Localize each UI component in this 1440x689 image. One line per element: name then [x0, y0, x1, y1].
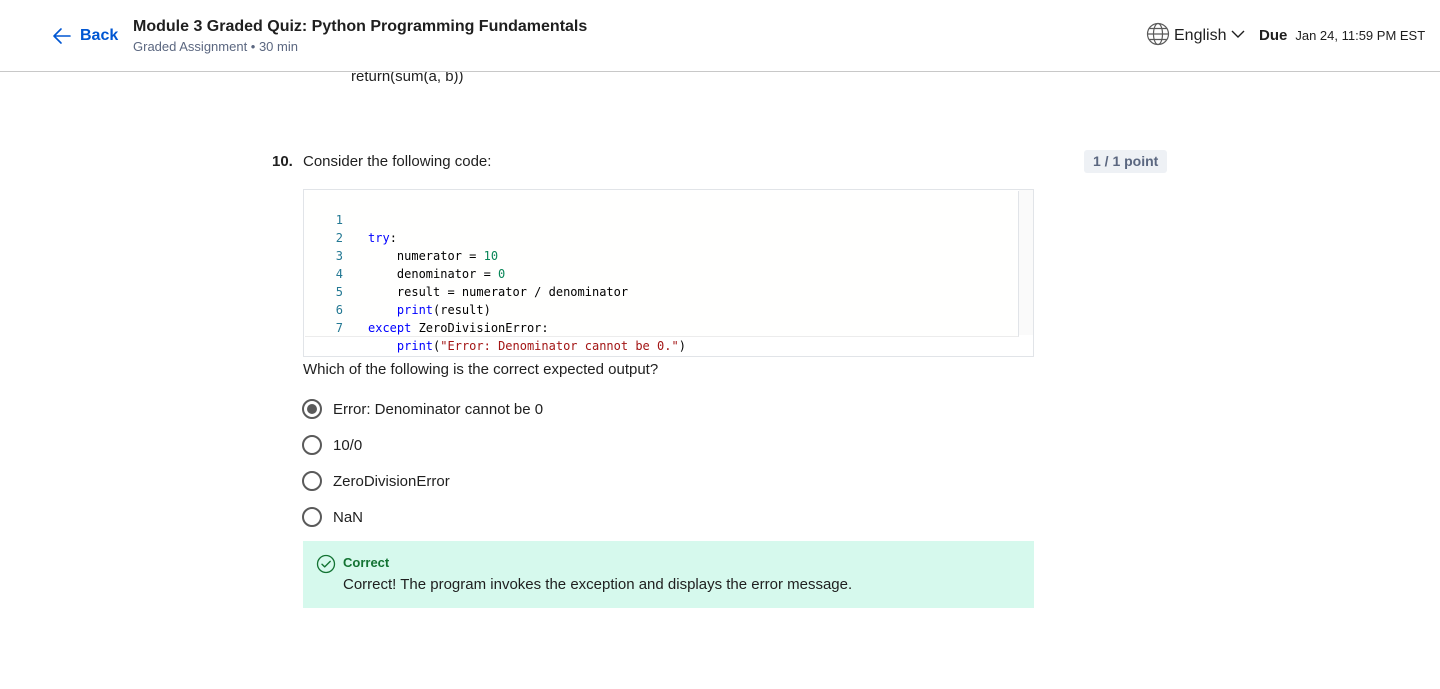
answer-option[interactable]: NaN	[302, 506, 363, 528]
feedback-status: Correct	[343, 555, 390, 570]
code-block: 1 try: 2 numerator = 10 3 denominator = …	[303, 189, 1034, 357]
answer-option[interactable]: Error: Denominator cannot be 0	[302, 398, 543, 420]
answer-option[interactable]: 10/0	[302, 434, 362, 456]
question-prompt: Consider the following code:	[303, 153, 492, 170]
radio-button-selected[interactable]	[302, 399, 322, 419]
check-circle-icon	[316, 554, 336, 579]
radio-button[interactable]	[302, 507, 322, 527]
code-token: "Error: Denominator cannot be 0."	[440, 339, 679, 353]
code-token: ZeroDivisionError:	[411, 321, 549, 335]
code-scrollbar[interactable]	[1019, 190, 1033, 335]
code-line: 1 try:	[305, 193, 1005, 245]
code-token: )	[678, 339, 686, 353]
top-bar: Back Module 3 Graded Quiz: Python Progra…	[0, 0, 1440, 72]
option-label: NaN	[333, 508, 364, 526]
code-token: except	[368, 321, 412, 335]
due-info: Due Jan 24, 11:59 PM EST	[1259, 27, 1425, 44]
points-badge: 1 / 1 point	[1084, 150, 1168, 173]
option-label: Error: Denominator cannot be 0	[333, 400, 544, 418]
radio-button[interactable]	[302, 435, 322, 455]
language-label: English	[1174, 27, 1227, 44]
answer-prompt: Which of the following is the correct ex…	[303, 361, 659, 378]
arrow-left-icon	[52, 26, 72, 46]
feedback-panel: Correct Correct! The program invokes the…	[303, 541, 1034, 608]
globe-icon	[1146, 22, 1170, 51]
page-title: Module 3 Graded Quiz: Python Programming…	[133, 18, 588, 35]
code-line: 2 numerator = 10	[305, 211, 1005, 263]
radio-button[interactable]	[302, 471, 322, 491]
back-label: Back	[80, 27, 119, 44]
question-number: 10.	[272, 153, 293, 170]
code-line: 7 print("Error: Denominator cannot be 0.…	[305, 301, 1005, 353]
code-line: 4 result = numerator / denominator	[305, 247, 1005, 299]
chevron-down-icon	[1230, 26, 1246, 47]
code-editor[interactable]: 1 try: 2 numerator = 10 3 denominator = …	[305, 191, 1019, 353]
answer-option[interactable]: ZeroDivisionError	[302, 470, 450, 492]
code-token: print	[396, 339, 434, 353]
due-label: Due	[1259, 27, 1288, 44]
option-label: 10/0	[333, 436, 363, 454]
code-line: 6 except ZeroDivisionError:	[305, 283, 1005, 335]
assignment-meta: Graded Assignment • 30 min	[133, 39, 298, 54]
due-date: Jan 24, 11:59 PM EST	[1295, 28, 1426, 43]
radio-dot	[307, 404, 317, 414]
back-button[interactable]: Back	[52, 24, 118, 48]
option-label: ZeroDivisionError	[333, 472, 450, 490]
code-line: 5 print(result)	[305, 265, 1005, 317]
assignment-heading: Module 3 Graded Quiz: Python Programming…	[133, 17, 587, 56]
feedback-message: Correct! The program invokes the excepti…	[343, 576, 853, 593]
line-number: 7	[335, 321, 343, 335]
language-selector[interactable]: English	[1146, 22, 1246, 51]
code-line: 3 denominator = 0	[305, 229, 1005, 281]
